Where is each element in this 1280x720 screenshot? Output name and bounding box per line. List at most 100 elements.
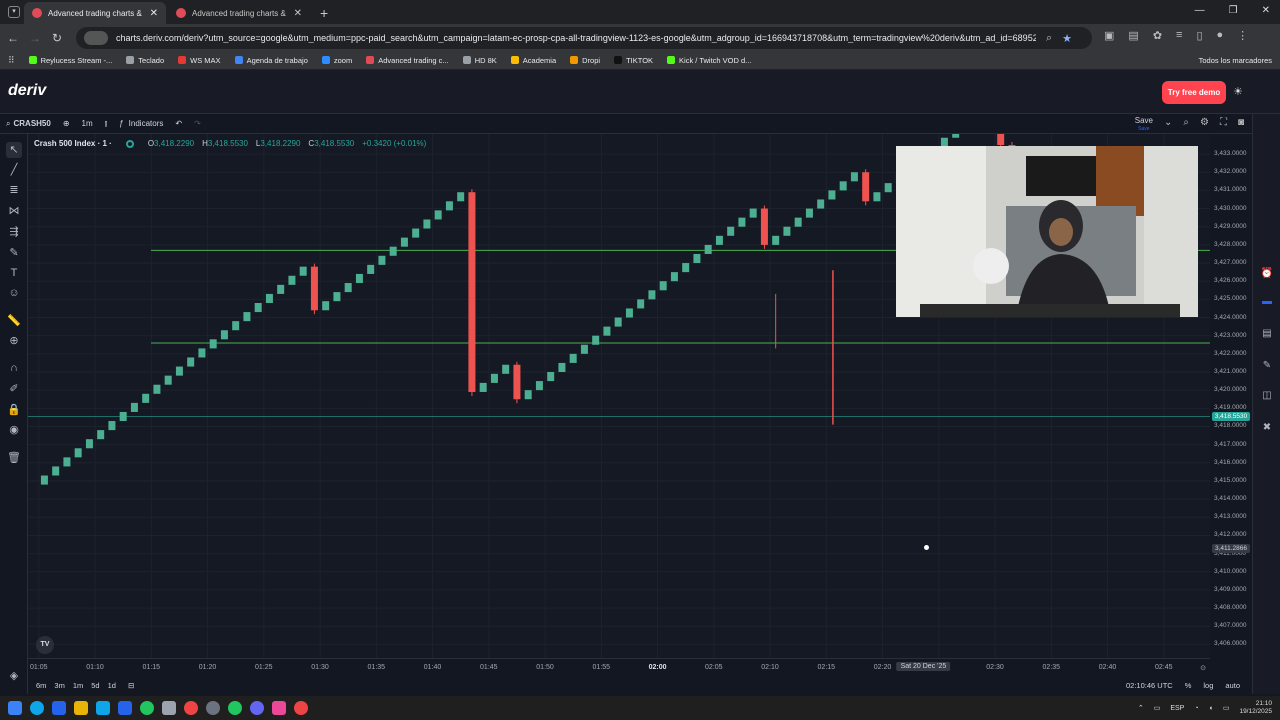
close-window-icon[interactable]: ✕ [1262,5,1270,16]
menu-icon[interactable]: ⋮ [1237,29,1248,42]
settings-icon[interactable]: ⚙ [1200,117,1209,133]
language-indicator[interactable]: ESP [1170,705,1184,712]
prediction-icon[interactable]: ⇶ [6,224,22,240]
chrome-icon[interactable] [184,701,198,715]
back-icon[interactable]: ← [2,31,24,45]
zoom-icon[interactable]: ⌕ [1046,32,1052,45]
percent-toggle[interactable]: % [1185,681,1192,690]
alert-icon[interactable]: ⏰ [1260,268,1274,282]
app-icon[interactable] [228,701,242,715]
extension-icon[interactable]: ≡ [1176,29,1182,42]
tiktok-app-icon[interactable] [272,701,286,715]
extension-icon[interactable]: ▣ [1104,29,1114,42]
browser-tab[interactable]: Advanced trading charts & too ✕ [168,2,310,24]
chat-icon[interactable]: ▬ [1260,296,1274,310]
volume-icon[interactable]: ◖ [1209,705,1213,712]
zoom-in-icon[interactable]: ⊕ [6,333,22,349]
quick-search-icon[interactable]: ⌕ [1183,117,1189,133]
brush-icon[interactable]: ✎ [6,245,22,261]
lock-icon[interactable]: 🔒 [6,402,22,418]
battery-icon[interactable]: ▭ [1223,704,1230,712]
interval-button[interactable]: 1m [82,119,93,128]
tray-arrow-icon[interactable]: ⌃ [1138,704,1144,712]
chrome-icon[interactable] [294,701,308,715]
range-1m[interactable]: 1m [73,681,83,690]
emoji-icon[interactable]: ☺ [6,285,22,301]
bookmark-item[interactable]: WS MAX [178,56,221,65]
bookmark-item[interactable]: Dropi [570,56,600,65]
magnet-icon[interactable]: ∩ [6,360,22,376]
forward-icon[interactable]: → [24,31,46,45]
close-tab-icon[interactable]: ✕ [150,8,158,19]
text-icon[interactable]: T [6,265,22,281]
theme-toggle-icon[interactable]: ☀ [1233,85,1243,98]
time-axis[interactable]: 01:05 01:10 01:15 01:20 01:25 01:30 01:35 01:40… [28,658,1210,676]
symbol-search[interactable]: ⌕ CRASH50 [6,119,51,129]
explorer-icon[interactable] [74,701,88,715]
profile-icon[interactable]: ● [1217,29,1224,42]
site-info-icon[interactable] [84,31,108,45]
bookmark-item[interactable]: Teclado [126,56,164,65]
minimize-icon[interactable]: — [1195,5,1205,16]
trend-line-icon[interactable]: ╱ [6,162,22,178]
system-clock[interactable]: 21:10 19/12/2025 [1239,700,1272,716]
redo-icon[interactable]: ↷ [194,119,201,128]
cursor-icon[interactable]: ↖ [6,142,22,158]
bookmark-star-icon[interactable]: ★ [1062,32,1072,45]
browser-tab[interactable]: Advanced trading charts & too ✕ [24,2,166,24]
pattern-icon[interactable]: ⋈ [6,203,22,219]
range-1d[interactable]: 1d [108,681,116,690]
stay-drawing-icon[interactable]: ✐ [6,381,22,397]
tab-search-icon[interactable]: ▾ [8,6,20,18]
app-icon[interactable] [162,701,176,715]
trash-icon[interactable]: 🗑 [6,450,22,466]
ruler-icon[interactable]: 📏 [6,313,22,329]
url-field[interactable]: charts.deriv.com/deriv?utm_source=google… [76,27,1092,49]
new-tab-button[interactable]: + [320,5,328,21]
fullscreen-icon[interactable]: ⛶ [1220,117,1227,133]
log-toggle[interactable]: log [1203,681,1213,690]
auto-toggle[interactable]: auto [1225,681,1240,690]
camera-icon[interactable]: ◙ [1238,117,1244,133]
tradingview-logo-icon[interactable]: TV [36,636,54,654]
price-axis[interactable]: 3,433.0000 3,432.0000 3,431.0000 3,430.0000… [1210,134,1252,658]
try-free-demo-button[interactable]: Try free demo [1162,81,1226,104]
settings-app-icon[interactable] [206,701,220,715]
spotify-icon[interactable] [140,701,154,715]
bookmark-item[interactable]: TIKTOK [614,56,653,65]
sidebar-icon[interactable]: ▯ [1196,29,1202,42]
tray-app-icon[interactable]: ▭ [1154,704,1161,712]
fib-icon[interactable]: ≣ [6,182,22,198]
reload-icon[interactable]: ↻ [46,31,68,45]
bookmark-item[interactable]: Reylucess Stream -... [28,56,112,65]
compare-add-icon[interactable]: ⊕ [63,119,70,128]
store-icon[interactable] [96,701,110,715]
utc-clock[interactable]: 02:10:46 UTC [1126,681,1173,690]
date-range-icon[interactable]: ⊟ [128,681,134,690]
bookmark-item[interactable]: Kick / Twitch VOD d... [667,56,751,65]
indicators-button[interactable]: ƒ Indicators [119,119,163,128]
mail-icon[interactable] [118,701,132,715]
range-3m[interactable]: 3m [54,681,64,690]
axis-settings-icon[interactable]: ⊙ [1200,664,1206,672]
restore-icon[interactable]: ❐ [1229,5,1238,16]
layers-icon[interactable]: ◈ [6,668,22,684]
all-bookmarks[interactable]: Todos los marcadores [1199,56,1272,65]
zoom-app-icon[interactable] [250,701,264,715]
bookmark-item[interactable]: Advanced trading c... [366,56,449,65]
extension-icon[interactable]: ✿ [1153,29,1162,42]
edge-icon[interactable] [30,701,44,715]
bookmark-item[interactable]: zoom [321,56,352,65]
bookmark-item[interactable]: HD 8K [462,56,497,65]
undo-icon[interactable]: ↶ [175,119,182,128]
bookmark-item[interactable]: Agenda de trabajo [234,56,308,65]
range-6m[interactable]: 6m [36,681,46,690]
visibility-icon[interactable]: ◉ [6,422,22,438]
apps-icon[interactable]: ⠿ [8,55,15,66]
watchlist-icon[interactable]: ▤ [1260,328,1274,342]
start-icon[interactable] [8,701,22,715]
save-button[interactable]: Save Save [1135,117,1153,133]
notes-icon[interactable]: ✎ [1260,360,1274,374]
bookmark-item[interactable]: Academia [510,56,556,65]
wifi-icon[interactable]: ◔ [1194,705,1198,712]
